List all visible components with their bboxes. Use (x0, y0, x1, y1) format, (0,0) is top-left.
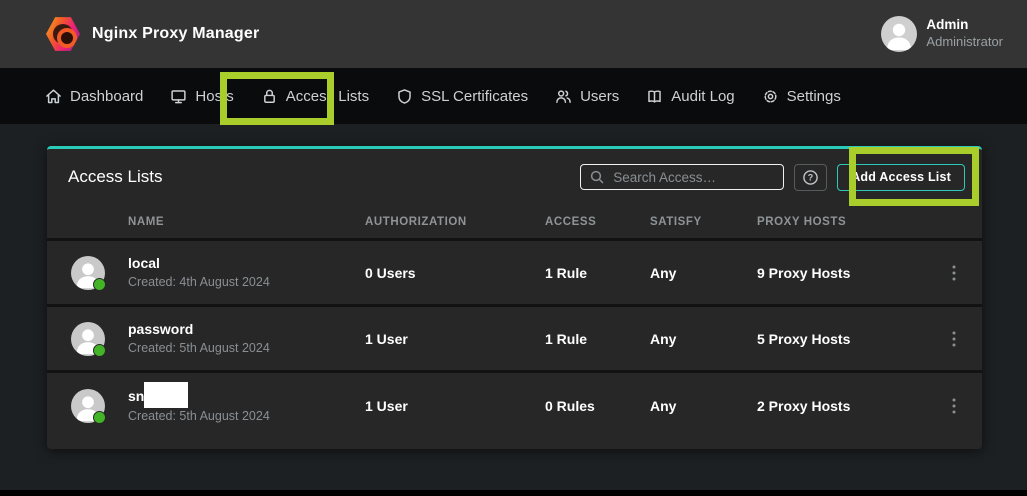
redaction-box (144, 382, 188, 408)
search-icon (589, 169, 605, 185)
bottom-black-strip (0, 490, 1027, 496)
avatar-cell (71, 256, 105, 290)
row-created: Created: 5th August 2024 (128, 409, 365, 424)
authorization-cell: 0 Users (365, 265, 545, 281)
person-silhouette-icon (881, 16, 917, 52)
name-cell: local Created: 4th August 2024 (128, 255, 365, 291)
user-meta: Admin Administrator (926, 17, 1003, 50)
nav-label: Settings (787, 88, 841, 105)
satisfy-cell: Any (650, 331, 757, 347)
lock-icon (261, 88, 278, 105)
col-header-name: NAME (128, 216, 365, 228)
search-box (580, 164, 784, 190)
access-cell: 0 Rules (545, 398, 650, 414)
name-cell: sn Created: 5th August 2024 (128, 388, 365, 424)
user-avatar (881, 16, 917, 52)
access-lists-panel: Access Lists ? Add Access List NAME AUTH… (47, 146, 982, 449)
svg-text:?: ? (808, 172, 814, 182)
kebab-menu-icon (952, 265, 956, 281)
row-created: Created: 5th August 2024 (128, 341, 365, 356)
row-menu-button[interactable] (942, 327, 966, 351)
kebab-menu-icon (952, 398, 956, 414)
authorization-cell: 1 User (365, 398, 545, 414)
nav-item-users[interactable]: Users (555, 88, 619, 105)
table-row: local Created: 4th August 2024 0 Users 1… (47, 241, 982, 307)
nav-label: Dashboard (70, 88, 143, 105)
add-access-list-button[interactable]: Add Access List (837, 164, 965, 191)
access-cell: 1 Rule (545, 331, 650, 347)
user-menu[interactable]: Admin Administrator (881, 16, 1003, 52)
nav-item-settings[interactable]: Settings (762, 88, 841, 105)
avatar-cell (71, 389, 105, 423)
nav-label: SSL Certificates (421, 88, 528, 105)
monitor-icon (170, 88, 187, 105)
help-button[interactable]: ? (794, 164, 827, 191)
book-icon (646, 88, 663, 105)
nav-item-audit-log[interactable]: Audit Log (646, 88, 734, 105)
user-name: Admin (926, 17, 1003, 34)
online-status-dot (93, 344, 106, 357)
satisfy-cell: Any (650, 265, 757, 281)
authorization-cell: 1 User (365, 331, 545, 347)
avatar-cell (71, 322, 105, 356)
col-header-authorization: AUTHORIZATION (365, 216, 545, 228)
nginx-proxy-manager-app: { "header": { "title": "Nginx Proxy Mana… (0, 0, 1027, 496)
main-nav: Dashboard Hosts Access Lists SSL Certifi… (0, 68, 1027, 124)
panel-header: Access Lists ? Add Access List (47, 149, 982, 205)
kebab-menu-icon (952, 331, 956, 347)
nav-label: Audit Log (671, 88, 734, 105)
nav-item-access-lists[interactable]: Access Lists (261, 88, 369, 105)
app-title: Nginx Proxy Manager (92, 25, 259, 43)
app-header: Nginx Proxy Manager Admin Administrator (0, 0, 1027, 68)
npm-logo-icon (46, 16, 80, 52)
proxy-hosts-cell: 2 Proxy Hosts (757, 398, 926, 414)
row-created: Created: 4th August 2024 (128, 275, 365, 290)
user-role: Administrator (926, 34, 1003, 50)
satisfy-cell: Any (650, 398, 757, 414)
table-row: password Created: 5th August 2024 1 User… (47, 307, 982, 373)
shield-icon (396, 88, 413, 105)
gear-icon (762, 88, 779, 105)
nav-label: Access Lists (286, 88, 369, 105)
nav-label: Users (580, 88, 619, 105)
nav-label: Hosts (195, 88, 233, 105)
search-input[interactable] (580, 164, 784, 190)
nav-item-hosts[interactable]: Hosts (170, 88, 233, 105)
users-icon (555, 88, 572, 105)
col-header-satisfy: SATISFY (650, 216, 757, 228)
col-header-access: ACCESS (545, 216, 650, 228)
home-icon (45, 88, 62, 105)
col-header-proxy-hosts: PROXY HOSTS (757, 216, 926, 228)
row-name: password (128, 321, 365, 338)
row-menu-button[interactable] (942, 394, 966, 418)
online-status-dot (93, 411, 106, 424)
row-name: local (128, 255, 365, 272)
page-title: Access Lists (68, 167, 162, 187)
nav-item-ssl-certificates[interactable]: SSL Certificates (396, 88, 528, 105)
online-status-dot (93, 278, 106, 291)
access-cell: 1 Rule (545, 265, 650, 281)
name-cell: password Created: 5th August 2024 (128, 321, 365, 357)
table-row: sn Created: 5th August 2024 1 User 0 Rul… (47, 373, 982, 439)
table-header-row: NAME AUTHORIZATION ACCESS SATISFY PROXY … (47, 205, 982, 241)
panel-controls: ? Add Access List (580, 164, 965, 191)
help-circle-icon: ? (802, 169, 819, 186)
nav-item-dashboard[interactable]: Dashboard (45, 88, 143, 105)
proxy-hosts-cell: 5 Proxy Hosts (757, 331, 926, 347)
row-menu-button[interactable] (942, 261, 966, 285)
proxy-hosts-cell: 9 Proxy Hosts (757, 265, 926, 281)
